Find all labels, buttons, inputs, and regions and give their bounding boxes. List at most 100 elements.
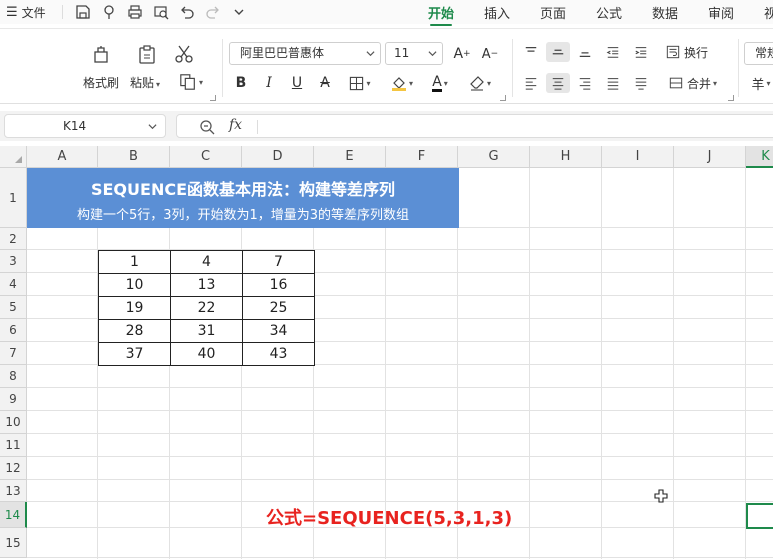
row-header-11[interactable]: 11 [0,434,27,457]
row-header-6[interactable]: 6 [0,319,27,342]
table-cell[interactable]: 10 [98,273,171,297]
scissors-icon[interactable] [174,44,194,64]
column-header-g[interactable]: G [458,146,530,168]
column-header-c[interactable]: C [170,146,242,168]
row-header-15[interactable]: 15 [0,528,27,558]
name-box[interactable]: K14 [4,114,166,138]
fx-icon[interactable]: fx [229,117,242,133]
align-center-icon[interactable] [546,73,570,93]
distributed-icon[interactable] [630,73,652,93]
row-header-10[interactable]: 10 [0,411,27,434]
paste-label[interactable]: 粘贴 ▾ [130,74,160,91]
row-header-12[interactable]: 12 [0,457,27,480]
format-painter-icon[interactable] [100,3,118,21]
paste-icon[interactable] [136,43,158,65]
column-header-a[interactable]: A [27,146,98,168]
spreadsheet-grid[interactable]: A B C D E F G H I J K 1 2 3 4 5 6 7 8 9 10 11 12 13 14 15 SEQUENC… [0,146,773,559]
table-cell[interactable]: 13 [170,273,243,297]
tab-home[interactable]: 开始 [428,3,454,26]
table-cell[interactable]: 34 [242,319,315,343]
tab-insert[interactable]: 插入 [484,3,510,23]
column-header-b[interactable]: B [98,146,170,168]
chevron-down-icon[interactable] [148,122,157,131]
row-header-4[interactable]: 4 [0,273,27,296]
font-color-icon[interactable]: A ▾ [424,73,456,93]
print-preview-icon[interactable] [152,3,170,21]
table-cell[interactable]: 31 [170,319,243,343]
tab-formulas[interactable]: 公式 [596,3,622,23]
column-header-f[interactable]: F [386,146,458,168]
row-header-1[interactable]: 1 [0,168,27,228]
tab-view[interactable]: 视 [764,3,773,23]
fill-color-icon[interactable]: ▾ [386,73,418,93]
decrease-font-icon[interactable]: A − [480,44,500,64]
save-icon[interactable] [74,3,92,21]
justify-icon[interactable] [602,73,624,93]
font-dialog-launcher[interactable] [500,95,506,101]
number-format-select[interactable]: 常规 [744,42,773,65]
align-left-icon[interactable] [520,73,542,93]
alignment-dialog-launcher[interactable] [728,95,734,101]
align-middle-icon[interactable] [546,42,570,62]
column-header-h[interactable]: H [530,146,602,168]
row-header-7[interactable]: 7 [0,342,27,365]
table-row: 147 [98,250,315,274]
print-icon[interactable] [126,3,144,21]
italic-icon[interactable]: I [260,73,278,93]
more-icon[interactable] [230,3,248,21]
strikethrough-icon[interactable]: A [316,73,334,93]
font-name-select[interactable]: 阿里巴巴普惠体 [229,42,381,65]
table-cell[interactable]: 7 [242,250,315,274]
underline-icon[interactable]: U [288,73,306,93]
file-menu-button[interactable]: ☰ 文件 [6,3,46,21]
table-cell[interactable]: 19 [98,296,171,320]
align-top-icon[interactable] [520,42,542,62]
column-header-d[interactable]: D [242,146,314,168]
merge-button[interactable]: 合并 ▾ [662,73,724,93]
column-header-k[interactable]: K [746,146,773,168]
tab-page[interactable]: 页面 [540,3,566,23]
table-cell[interactable]: 37 [98,342,171,366]
font-size-select[interactable]: 11 [385,42,443,65]
column-header-i[interactable]: I [602,146,674,168]
column-header-j[interactable]: J [674,146,746,168]
table-cell[interactable]: 25 [242,296,315,320]
table-cell[interactable]: 1 [98,250,171,274]
decrease-indent-icon[interactable] [602,42,624,62]
currency-format-button[interactable]: 羊 ▾ [748,73,773,93]
zoom-out-icon[interactable] [199,119,215,135]
table-cell[interactable]: 4 [170,250,243,274]
table-cell[interactable]: 28 [98,319,171,343]
clipboard-dialog-launcher[interactable] [210,95,216,101]
row-header-9[interactable]: 9 [0,388,27,411]
column-header-e[interactable]: E [314,146,386,168]
wrap-text-button[interactable]: 换行 [662,42,712,62]
selected-cell-k14[interactable] [746,503,773,529]
row-header-5[interactable]: 5 [0,296,27,319]
row-header-14[interactable]: 14 [0,502,27,528]
clear-format-icon[interactable]: ▾ [464,73,496,93]
table-cell[interactable]: 40 [170,342,243,366]
table-cell[interactable]: 22 [170,296,243,320]
copy-icon[interactable]: ▾ [176,72,206,92]
bold-icon[interactable]: B [232,73,250,93]
select-all-corner[interactable] [0,146,27,168]
row-header-13[interactable]: 13 [0,480,27,502]
formula-input[interactable]: fx [176,114,773,138]
row-header-2[interactable]: 2 [0,228,27,250]
borders-icon[interactable]: ▾ [344,73,376,93]
format-painter-large-icon[interactable] [90,43,112,65]
increase-indent-icon[interactable] [630,42,652,62]
align-bottom-icon[interactable] [574,42,596,62]
table-cell[interactable]: 43 [242,342,315,366]
format-painter-label[interactable]: 格式刷 [83,74,119,91]
row-header-3[interactable]: 3 [0,250,27,273]
row-header-8[interactable]: 8 [0,365,27,388]
align-right-icon[interactable] [574,73,596,93]
redo-icon[interactable] [204,3,222,21]
undo-icon[interactable] [178,3,196,21]
increase-font-icon[interactable]: A + [452,44,472,64]
table-cell[interactable]: 16 [242,273,315,297]
tab-data[interactable]: 数据 [652,3,678,23]
tab-review[interactable]: 审阅 [708,3,734,23]
